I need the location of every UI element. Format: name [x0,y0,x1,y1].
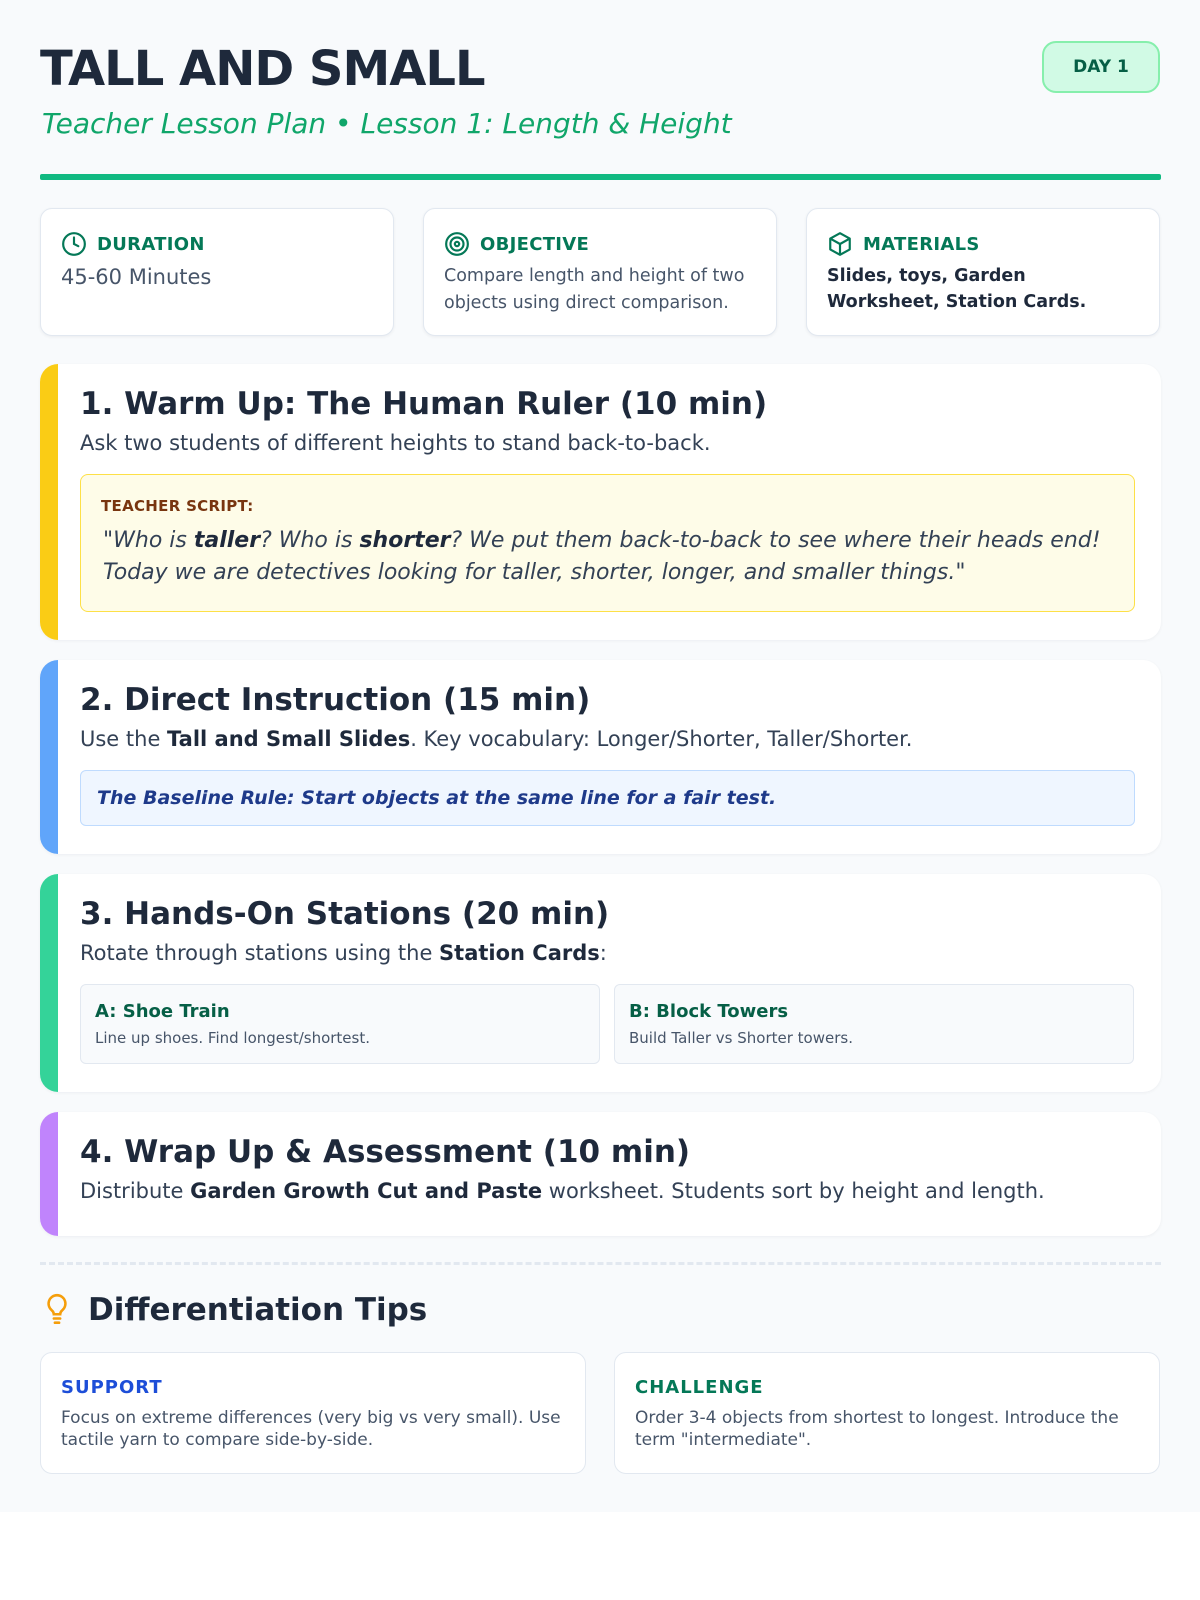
support-tip-card: SUPPORT Focus on extreme differences (ve… [40,1352,586,1474]
warmup-section: 1. Warm Up: The Human Ruler (10 min) Ask… [40,364,1161,640]
materials-label: MATERIALS [863,233,980,255]
duration-label: DURATION [97,233,205,255]
teacher-script-label: TEACHER SCRIPT: [101,497,254,515]
page-subtitle: Teacher Lesson Plan • Lesson 1: Length &… [42,107,732,140]
station-a-desc: Line up shoes. Find longest/shortest. [95,1029,370,1047]
wrapup-section: 4. Wrap Up & Assessment (10 min) Distrib… [40,1112,1161,1236]
objective-value: Compare length and height of two objects… [444,266,745,313]
materials-card: MATERIALS Slides, toys, Garden Worksheet… [806,208,1160,336]
station-a-title: A: Shoe Train [95,1001,230,1022]
support-label: SUPPORT [61,1377,163,1398]
instruction-section: 2. Direct Instruction (15 min) Use the T… [40,660,1161,854]
stations-section: 3. Hands-On Stations (20 min) Rotate thr… [40,874,1161,1092]
teacher-script-text: "Who is taller? Who is shorter? We put t… [103,528,1101,585]
box-icon [829,232,851,256]
instruction-lead: Use the Tall and Small Slides. Key vocab… [80,727,913,751]
challenge-label: CHALLENGE [635,1377,764,1398]
wrapup-title: 4. Wrap Up & Assessment (10 min) [80,1134,691,1170]
duration-card: DURATION 45-60 Minutes [40,208,394,336]
day-badge: DAY 1 [1042,41,1160,93]
stations-lead: Rotate through stations using the Statio… [80,941,607,965]
header: TALL AND SMALL Teacher Lesson Plan • Les… [40,40,1160,180]
wrapup-accent-bar [40,1112,58,1236]
header-divider [40,174,1161,180]
page-title: TALL AND SMALL [40,41,486,97]
objective-label: OBJECTIVE [480,233,590,255]
lightbulb-icon [47,1293,67,1324]
warmup-lead: Ask two students of different heights to… [80,431,711,455]
baseline-rule-note: The Baseline Rule: Start objects at the … [80,770,1135,826]
station-b-desc: Build Taller vs Shorter towers. [629,1029,853,1047]
lesson-plan-page: TALL AND SMALL Teacher Lesson Plan • Les… [0,0,1200,1512]
objective-card: OBJECTIVE Compare length and height of t… [423,208,777,336]
instruction-title: 2. Direct Instruction (15 min) [80,682,591,718]
materials-value: Slides, toys, Garden Worksheet, Station … [827,266,1087,312]
challenge-text: Order 3-4 objects from shortest to longe… [635,1408,1119,1450]
differentiation-title: Differentiation Tips [88,1292,428,1328]
challenge-tip-card: CHALLENGE Order 3-4 objects from shortes… [614,1352,1160,1474]
stations-accent-bar [40,874,58,1092]
warmup-title: 1. Warm Up: The Human Ruler (10 min) [80,386,768,422]
station-card-a: A: Shoe Train Line up shoes. Find longes… [80,984,600,1064]
dashed-divider [40,1262,1161,1265]
stations-title: 3. Hands-On Stations (20 min) [80,896,610,932]
warmup-accent-bar [40,364,58,640]
wrapup-lead: Distribute Garden Growth Cut and Paste w… [80,1179,1045,1203]
duration-header: DURATION [61,231,205,257]
objective-header: OBJECTIVE [444,231,589,257]
support-text: Focus on extreme differences (very big v… [61,1408,561,1450]
station-card-b: B: Block Towers Build Taller vs Shorter … [614,984,1134,1064]
duration-value: 45-60 Minutes [61,265,212,289]
materials-header: MATERIALS [827,231,980,257]
clock-icon [62,232,86,256]
instruction-accent-bar [40,660,58,854]
target-icon [445,232,469,256]
differentiation-header: Differentiation Tips [44,1292,427,1328]
teacher-script-box: TEACHER SCRIPT: "Who is taller? Who is s… [80,474,1135,612]
station-b-title: B: Block Towers [629,1001,789,1022]
